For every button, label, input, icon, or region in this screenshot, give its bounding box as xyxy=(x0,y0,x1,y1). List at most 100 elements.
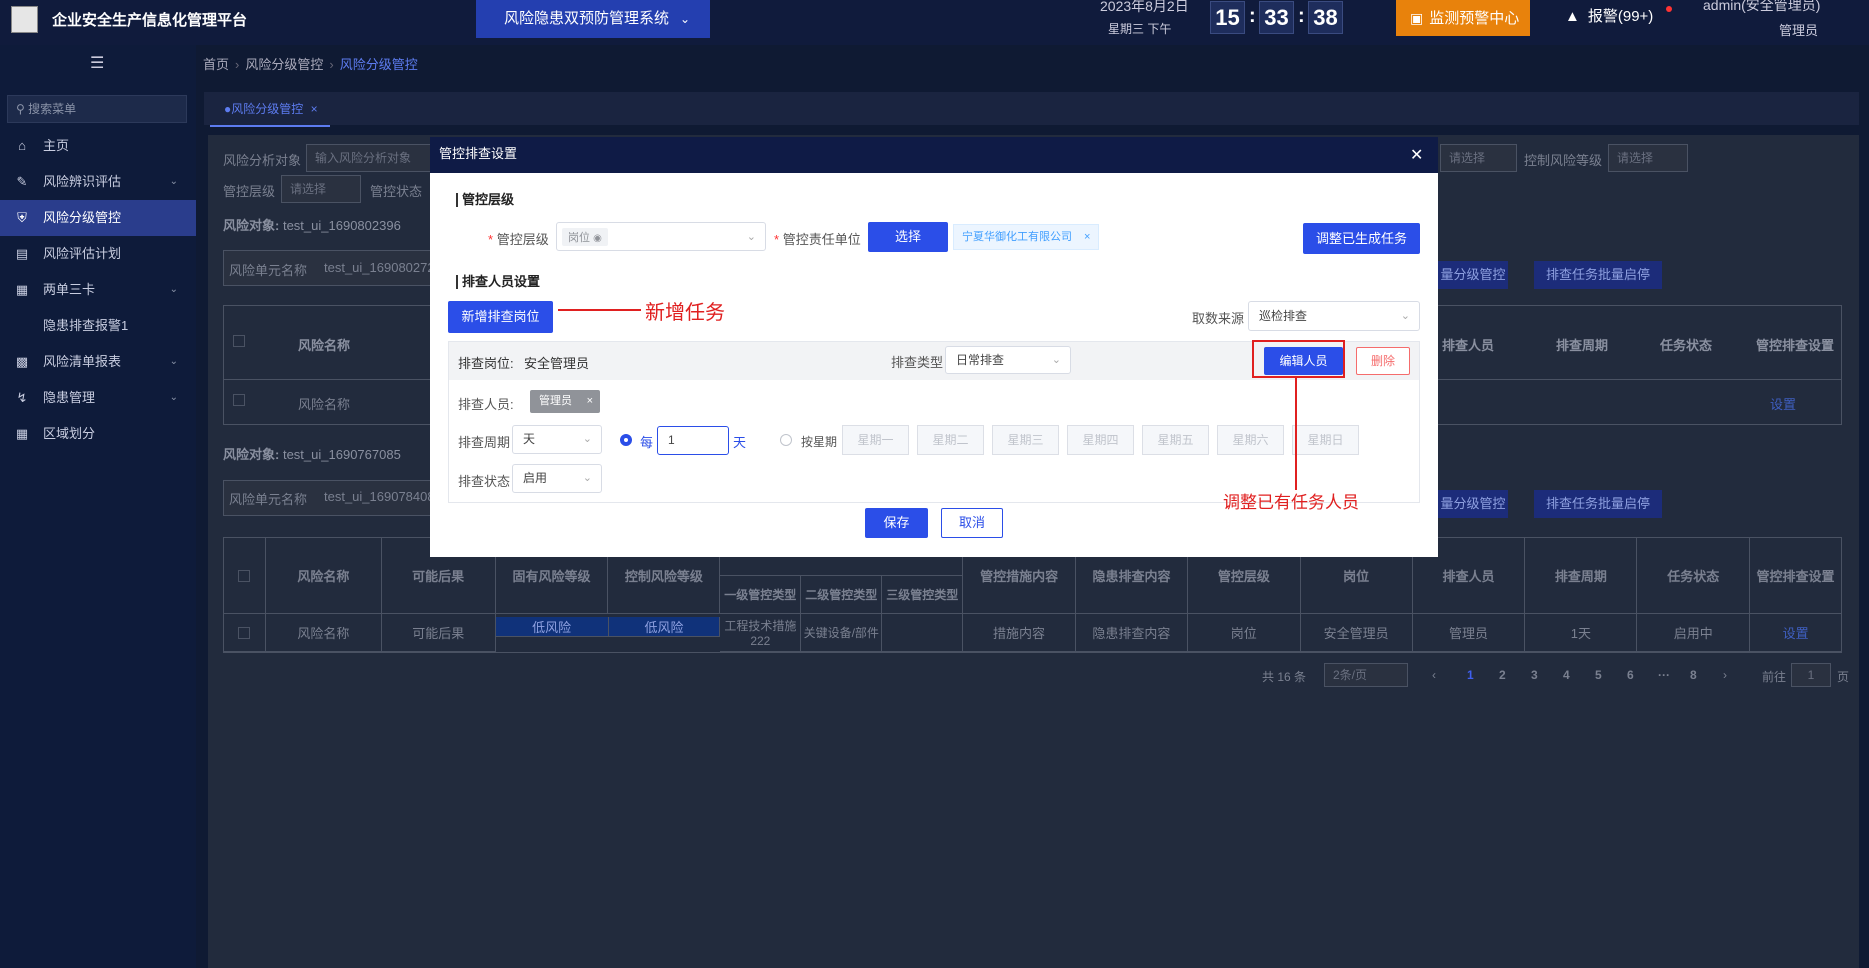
cell-cycle: 1天 xyxy=(1525,614,1638,652)
date-text: 2023年8月2日 xyxy=(1100,0,1189,14)
unit-name-label: 风险单元名称 xyxy=(229,263,308,278)
batch-task-toggle-button[interactable]: 排查任务批量启停 xyxy=(1534,490,1662,518)
tab-risk-control[interactable]: ●风险分级管控 × xyxy=(210,96,330,127)
page-ellipsis[interactable]: ··· xyxy=(1658,668,1670,682)
chevron-down-icon: ⌄ xyxy=(169,284,178,295)
sidebar-item-assessment-plan[interactable]: ▤ 风险评估计划 xyxy=(0,236,196,272)
weekday-sunday[interactable]: 星期日 xyxy=(1292,425,1359,455)
cycle-unit-select[interactable]: 天 ⌄ xyxy=(512,425,602,454)
page-2[interactable]: 2 xyxy=(1499,668,1506,682)
control-risk-level-select[interactable]: 请选择 xyxy=(1608,144,1688,172)
grid-icon: ▦ xyxy=(15,426,29,441)
adjust-generated-tasks-button[interactable]: 调整已生成任务 xyxy=(1303,223,1420,254)
next-page-icon[interactable]: › xyxy=(1723,668,1727,682)
cell-control-level: 低风险 xyxy=(608,617,721,637)
goto-page-input[interactable]: 1 xyxy=(1791,663,1831,687)
row-checkbox[interactable] xyxy=(238,626,251,639)
by-week-radio[interactable] xyxy=(780,434,792,446)
menu-collapse-icon[interactable]: ☰ xyxy=(90,53,104,73)
select-unit-button[interactable]: 选择 xyxy=(868,222,948,252)
goto-label: 前往 xyxy=(1762,670,1787,684)
system-switch-dropdown[interactable]: 风险隐患双预防管理系统 ⌄ xyxy=(476,0,710,38)
level-field-label-text: 管控层级 xyxy=(496,232,549,247)
person-tag: 管理员 × xyxy=(530,390,600,413)
col-header-risk-name: 风险名称 xyxy=(298,338,351,353)
batch-control-button[interactable]: 量分级管控 xyxy=(1438,261,1508,289)
cell-risk-name: 风险名称 xyxy=(265,614,382,652)
sidebar-item-two-lists[interactable]: ▦ 两单三卡 ⌄ xyxy=(0,272,196,308)
page-unit-label: 页 xyxy=(1837,670,1850,684)
close-icon[interactable]: × xyxy=(587,390,593,413)
admin-role: 管理员 xyxy=(1779,23,1819,38)
page-6[interactable]: 6 xyxy=(1627,668,1634,682)
close-icon[interactable]: × xyxy=(311,102,318,116)
level-select[interactable]: 岗位 ◉ ⌄ xyxy=(556,222,766,251)
weekday-thursday[interactable]: 星期四 xyxy=(1067,425,1134,455)
monitor-center-button[interactable]: ▣ 监测预警中心 xyxy=(1396,0,1530,36)
chevron-down-icon: ⌄ xyxy=(1051,354,1061,366)
batch-task-toggle-button[interactable]: 排查任务批量启停 xyxy=(1534,261,1662,289)
weekday-tuesday[interactable]: 星期二 xyxy=(917,425,984,455)
risk-object-row: 风险对象: test_ui_1690767085 xyxy=(223,444,401,463)
select-all-checkbox[interactable] xyxy=(233,335,245,347)
pagination-total: 共 16 条 xyxy=(1262,670,1307,684)
save-button[interactable]: 保存 xyxy=(865,508,928,538)
page-size-select[interactable]: 2条/页 xyxy=(1324,663,1408,687)
page-1[interactable]: 1 xyxy=(1467,668,1474,682)
status-value: 启用 xyxy=(523,471,548,485)
settings-link[interactable]: 设置 xyxy=(1770,394,1796,413)
cancel-button[interactable]: 取消 xyxy=(941,508,1003,538)
delete-post-button[interactable]: 删除 xyxy=(1356,347,1410,375)
page-5[interactable]: 5 xyxy=(1595,668,1602,682)
unit-name-value: test_ui_1690784089 xyxy=(324,489,442,504)
weekday-friday[interactable]: 星期五 xyxy=(1142,425,1209,455)
sidebar-item-hazard-manage[interactable]: ↯ 隐患管理 ⌄ xyxy=(0,380,196,416)
close-icon[interactable]: ◉ xyxy=(593,233,602,244)
post-label: 排查岗位: xyxy=(458,356,514,371)
filter-select[interactable]: 请选择 xyxy=(1440,144,1517,172)
level-field-label: * 管控层级 xyxy=(488,232,549,247)
admin-name[interactable]: admin(安全管理员) xyxy=(1703,0,1820,15)
col-header-task-status: 任务状态 xyxy=(1637,538,1751,614)
weekday-monday[interactable]: 星期一 xyxy=(842,425,909,455)
select-all-checkbox[interactable] xyxy=(238,569,251,582)
bar-chart-icon: ▩ xyxy=(15,354,29,369)
every-value-input[interactable]: 1 xyxy=(657,426,729,455)
alarm-button[interactable]: ▲ 报警(99+) xyxy=(1565,5,1653,26)
monitor-icon: ▣ xyxy=(1410,10,1424,26)
page-8[interactable]: 8 xyxy=(1690,668,1697,682)
every-radio[interactable] xyxy=(620,434,632,446)
breadcrumb-home[interactable]: 首页 xyxy=(203,57,229,72)
sidebar-item-risk-report[interactable]: ▩ 风险清单报表 ⌄ xyxy=(0,344,196,380)
sidebar-item-risk-identify[interactable]: ✎ 风险辨识评估 ⌄ xyxy=(0,164,196,200)
settings-link[interactable]: 设置 xyxy=(1750,614,1842,652)
check-type-select[interactable]: 日常排查 ⌄ xyxy=(945,346,1071,374)
weekday-saturday[interactable]: 星期六 xyxy=(1217,425,1284,455)
level-filter-select[interactable]: 请选择 xyxy=(281,175,361,203)
sidebar-item-area[interactable]: ▦ 区域划分 xyxy=(0,416,196,452)
unit-field-label: * 管控责任单位 xyxy=(774,232,861,247)
close-icon[interactable]: ✕ xyxy=(1410,145,1423,165)
sidebar-item-risk-control[interactable]: ⛨ 风险分级管控 xyxy=(0,200,196,236)
clock-hours: 15 xyxy=(1210,1,1245,34)
source-select[interactable]: 巡检排查 ⌄ xyxy=(1248,301,1420,331)
breadcrumb-parent[interactable]: 风险分级管控 xyxy=(245,57,323,72)
page-4[interactable]: 4 xyxy=(1563,668,1570,682)
batch-control-button[interactable]: 量分级管控 xyxy=(1438,490,1508,518)
status-select[interactable]: 启用 ⌄ xyxy=(512,464,602,493)
sidebar-item-hazard-alarm[interactable]: 隐患排查报警1 xyxy=(0,308,196,344)
close-icon[interactable]: × xyxy=(1084,231,1090,243)
shield-icon: ⛨ xyxy=(17,210,27,225)
add-post-button[interactable]: 新增排查岗位 xyxy=(448,301,553,333)
analysis-object-input[interactable]: 输入风险分析对象 xyxy=(306,144,434,172)
page-3[interactable]: 3 xyxy=(1531,668,1538,682)
logo xyxy=(11,6,38,33)
col-header-type3: 三级管控类型 xyxy=(882,576,964,614)
col-header-type1: 一级管控类型 xyxy=(720,576,802,614)
weekday-wednesday[interactable]: 星期三 xyxy=(992,425,1059,455)
tab-bar xyxy=(204,92,1859,125)
row-checkbox[interactable] xyxy=(233,394,245,406)
prev-page-icon[interactable]: ‹ xyxy=(1432,668,1436,682)
sidebar-item-home[interactable]: ⌂ 主页 xyxy=(0,128,196,164)
menu-search-input[interactable]: ⚲ 搜索菜单 xyxy=(7,95,187,123)
